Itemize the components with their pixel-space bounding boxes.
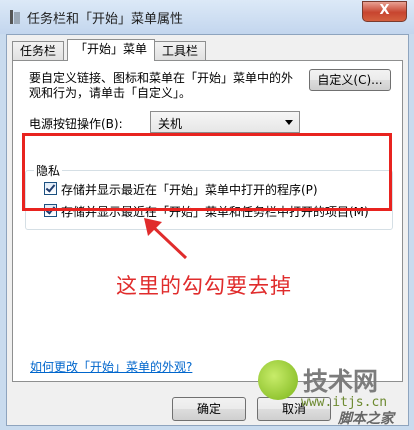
customize-button[interactable]: 自定义(C)... — [309, 69, 391, 91]
power-button-label: 电源按钮操作(B): — [29, 117, 123, 131]
privacy-group: 隐私 存储并显示最近在「开始」菜单中打开的程序(P) 存储并显示最近在「开始」菜… — [25, 162, 393, 230]
watermark-brand: 技术网 — [303, 367, 379, 396]
annotation-arrow-icon — [144, 218, 188, 260]
power-button-value: 关机 — [158, 117, 183, 131]
power-button-select[interactable]: 关机 — [150, 111, 300, 133]
start-menu-help-link[interactable]: 如何更改「开始」菜单的外观? — [30, 358, 192, 375]
chevron-down-icon — [285, 120, 293, 125]
annotation-text: 这里的勾勾要去掉 — [116, 274, 292, 298]
privacy-group-title: 隐私 — [34, 162, 63, 179]
store-recent-items-label: 存储并显示最近在「开始」菜单和任务栏中打开的项目(M) — [61, 205, 369, 219]
ok-button[interactable]: 确定 — [172, 397, 246, 421]
watermark-logo-icon — [258, 360, 298, 400]
tab-toolbars[interactable]: 工具栏 — [154, 41, 207, 60]
start-menu-panel: 要自定义链接、图标和菜单在「开始」菜单中的外观和行为，请单击「自定义」。 自定义… — [12, 60, 403, 382]
tab-start-menu[interactable]: 「开始」菜单 — [67, 39, 156, 61]
watermark-site-secondary: 脚本之家 — [338, 411, 394, 427]
close-button[interactable]: X — [362, 1, 407, 22]
watermark: 技术网 www.itjs.cn 脚本之家 — [258, 360, 408, 427]
taskbar-properties-icon — [10, 10, 20, 24]
tab-taskbar[interactable]: 任务栏 — [12, 41, 65, 60]
store-recent-items-checkbox[interactable] — [44, 204, 57, 217]
store-recent-programs-checkbox[interactable] — [44, 182, 57, 195]
customize-description: 要自定义链接、图标和菜单在「开始」菜单中的外观和行为，请单击「自定义」。 — [29, 71, 294, 100]
store-recent-programs-label: 存储并显示最近在「开始」菜单中打开的程序(P) — [61, 183, 318, 197]
window-title: 任务栏和「开始」菜单属性 — [27, 12, 184, 27]
title-bar: 任务栏和「开始」菜单属性 X — [0, 0, 414, 34]
